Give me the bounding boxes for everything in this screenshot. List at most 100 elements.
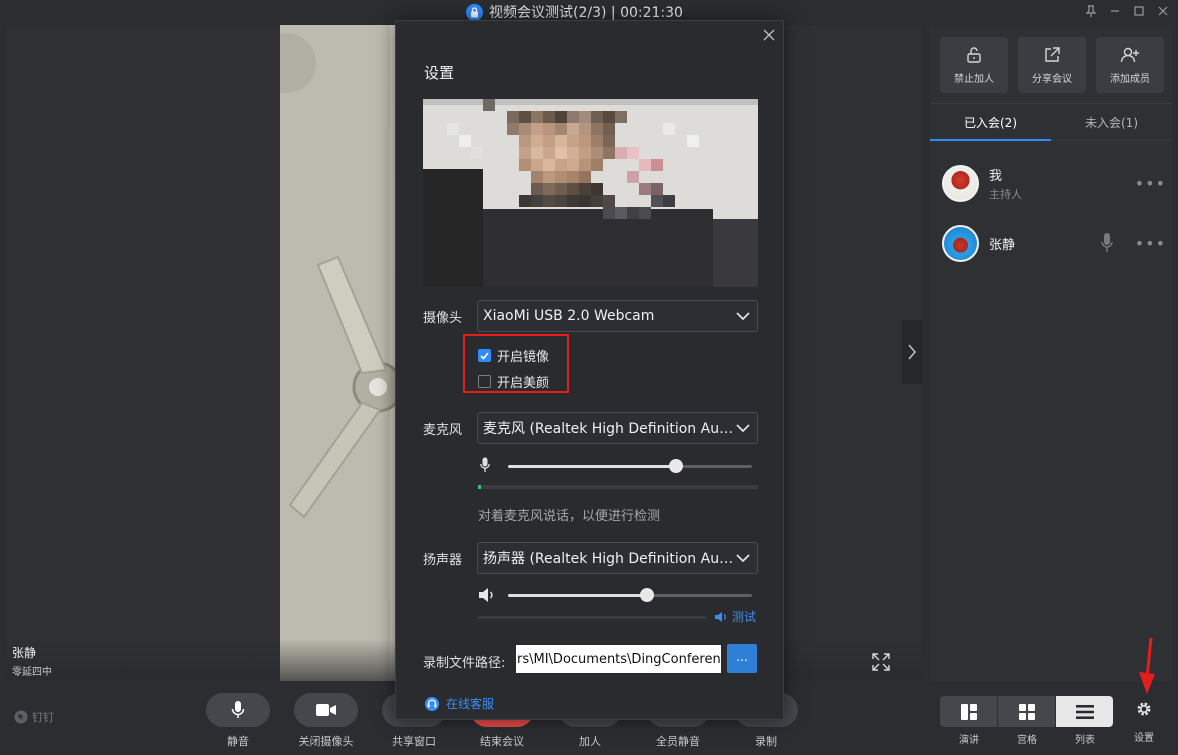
online-support-label: 在线客服 [446,697,495,711]
record-path-label: 录制文件路径: [423,656,506,671]
member-name: 张静 [989,237,1016,253]
speaker-volume-thumb[interactable] [640,588,655,602]
speaker-view-icon [960,703,977,720]
mute-button[interactable]: 静音 [206,693,270,749]
lock-meeting-label: 禁止加人 [954,73,994,85]
brand-label: 钉钉 [32,711,54,724]
speaker-subtitle: 零延四中 [12,667,52,678]
list-view-button[interactable] [1056,696,1113,727]
settings-label: 设置 [1134,733,1154,744]
browse-button[interactable]: ... [727,644,757,673]
speaker-test-button[interactable]: 测试 [714,608,756,625]
mic-volume-thumb[interactable] [669,459,684,473]
tab-joined[interactable]: 已入会(2) [930,104,1051,141]
mute-label: 静音 [227,735,249,748]
camera-preview [423,99,758,287]
add-user-icon [1120,47,1139,62]
speaker-select[interactable]: 扬声器 (Realtek High Definition Audio) [477,542,758,574]
member-row[interactable]: 张静 ••• [942,223,1166,263]
participants-panel: 禁止加人 分享会议 添加成员 已入会(2) 未入会(1) 我 主持人 ••• 张… [930,25,1172,681]
share-meeting-button[interactable]: 分享会议 [1018,37,1086,93]
tab-not-joined[interactable]: 未入会(1) [1051,104,1172,140]
list-view-label: 列表 [1075,735,1095,746]
beauty-checkbox[interactable]: 开启美颜 [478,372,549,391]
maximize-icon[interactable] [1130,2,1148,20]
list-view-icon [1075,704,1094,719]
speaker-icon [715,611,726,622]
camera-select-value: XiaoMi USB 2.0 Webcam [483,308,655,324]
checkbox-checked[interactable] [478,349,491,362]
speaker-label: 扬声器 [423,553,463,568]
mic-icon [480,457,490,472]
lock-icon [466,3,483,21]
member-name: 我 [989,168,1003,184]
mic-hint: 对着麦克风说话，以便进行检测 [478,509,661,524]
mic-volume-fill [508,465,677,468]
camera-toggle-button[interactable]: 关闭摄像头 [294,693,358,749]
speaker-name: 张静 [12,646,37,660]
avatar [942,224,979,262]
record-label: 录制 [755,735,777,748]
end-meeting-label: 结束会议 [480,735,524,748]
grid-view-label: 宫格 [1017,735,1037,746]
camera-icon [316,704,336,716]
mic-icon [231,701,245,718]
settings-dialog: 设置 摄像头 XiaoMi USB 2.0 Webcam 开启镜像 开启美颜 麦… [395,20,784,720]
beauty-label: 开启美颜 [497,376,550,391]
more-options-icon[interactable]: ••• [1135,234,1166,253]
annotation-arrow-icon [1139,637,1155,694]
camera-label: 摄像头 [423,311,463,326]
speaker-volume-track[interactable] [508,594,752,597]
camera-select[interactable]: XiaoMi USB 2.0 Webcam [477,300,758,332]
unlock-icon [967,46,981,63]
mic-level-fill [478,485,481,489]
checkbox-unchecked[interactable] [478,375,491,388]
speaker-view-label: 演讲 [959,735,979,746]
minimize-icon[interactable] [1106,2,1124,20]
online-support-link[interactable]: 在线客服 [424,695,494,712]
speaker-volume-fill [508,594,648,597]
settings-button[interactable]: 设置 [1132,701,1156,744]
camera-toggle-label: 关闭摄像头 [298,735,354,748]
speaker-view-button[interactable] [940,696,997,727]
mic-select[interactable]: 麦克风 (Realtek High Definition Audio) [477,412,758,444]
speaker-volume-slider[interactable] [478,585,758,605]
speaker-test-label: 测试 [732,610,757,624]
lock-meeting-button[interactable]: 禁止加人 [940,37,1008,93]
headset-icon [425,696,439,711]
dialog-title: 设置 [424,64,455,82]
speaker-icon [479,588,493,602]
close-icon[interactable] [1154,2,1172,20]
member-row[interactable]: 我 主持人 ••• [942,163,1166,203]
dingtalk-icon [14,710,28,724]
chevron-down-icon [736,554,750,563]
chevron-down-icon [736,312,750,321]
chevron-down-icon [736,424,750,433]
grid-view-button[interactable] [998,696,1055,727]
share-screen-label: 共享窗口 [392,735,436,748]
speaker-select-value: 扬声器 (Realtek High Definition Audio) [483,551,735,567]
mirror-checkbox[interactable]: 开启镜像 [478,346,549,365]
pin-icon[interactable] [1082,2,1100,20]
mic-icon [1100,233,1113,252]
window-title-text: 视频会议测试(2/3) | 00:21:30 [489,5,683,21]
more-options-icon[interactable]: ••• [1135,174,1166,193]
member-role: 主持人 [989,187,1022,201]
mic-select-value: 麦克风 (Realtek High Definition Audio) [483,421,735,437]
share-icon [1045,46,1060,62]
mirror-label: 开启镜像 [497,350,550,365]
mic-volume-track[interactable] [508,465,752,468]
mic-level-meter [478,485,758,489]
close-icon[interactable] [762,28,776,42]
mute-all-label: 全员静音 [656,735,700,748]
add-member-button[interactable]: 添加成员 [1096,37,1164,93]
add-person-label: 加人 [579,735,601,748]
avatar [942,164,979,202]
brand-logo: 钉钉 [14,709,54,725]
fullscreen-icon[interactable] [872,653,890,671]
speaker-level-meter [478,616,706,619]
expand-panel-button[interactable] [902,320,922,384]
mic-volume-slider[interactable] [478,456,758,476]
record-path-input[interactable]: rs\MI\Documents\DingConference [516,645,721,673]
share-meeting-label: 分享会议 [1032,73,1072,85]
